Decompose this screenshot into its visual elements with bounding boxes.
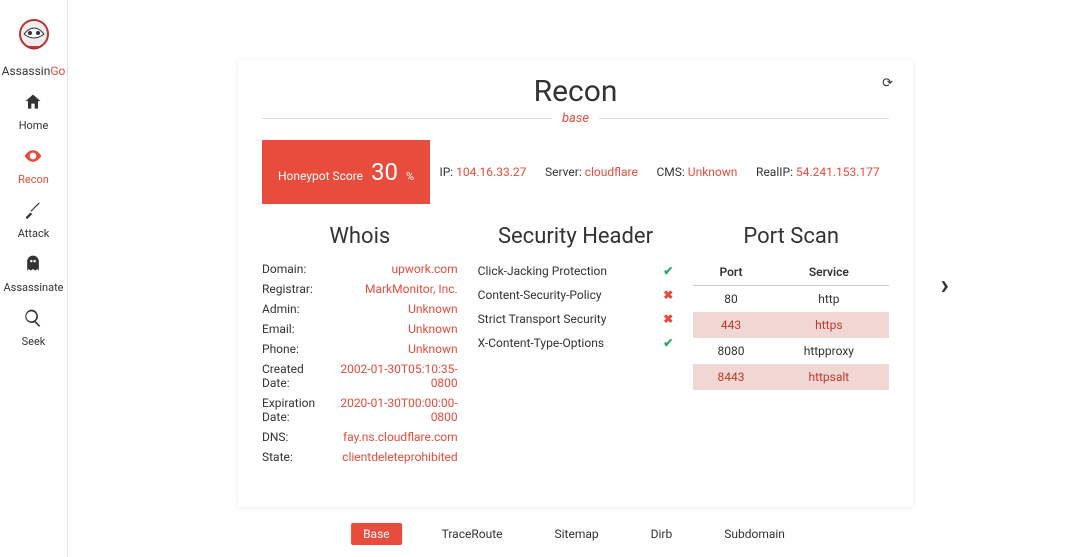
tab-dirb[interactable]: Dirb <box>639 523 685 545</box>
search-icon <box>23 308 43 333</box>
nav-attack[interactable]: Attack <box>3 200 63 240</box>
port-row: 8080httpproxy <box>693 338 889 364</box>
security-panel: Security Header Click-Jacking Protection… <box>478 224 674 467</box>
refresh-icon[interactable]: ⟳ <box>882 76 893 91</box>
eye-icon <box>22 146 44 171</box>
tab-base[interactable]: Base <box>351 523 402 545</box>
port-row: 80http <box>693 286 889 313</box>
page-title: Recon <box>262 74 889 109</box>
cross-icon: ✖ <box>663 312 673 326</box>
check-icon: ✔ <box>663 264 673 278</box>
whois-row: Email:Unknown <box>262 319 458 339</box>
whois-row: Domain:upwork.com <box>262 259 458 279</box>
tab-subdomain[interactable]: Subdomain <box>712 523 797 545</box>
info-ip: IP: 104.16.33.27 <box>439 165 526 179</box>
whois-row: Expiration Date:2020-01-30T00:00:00-0800 <box>262 393 458 427</box>
whois-row: Admin:Unknown <box>262 299 458 319</box>
info-cms: CMS: Unknown <box>656 165 737 179</box>
ghost-icon <box>23 254 43 279</box>
main-area: ⟳ Recon base Honeypot Score 30% IP: 104.… <box>68 0 1080 557</box>
info-row: Honeypot Score 30% IP: 104.16.33.27 Serv… <box>262 140 889 204</box>
security-row: X-Content-Type-Options✔ <box>478 331 674 355</box>
app-logo <box>10 12 58 60</box>
subtitle-row: base <box>262 111 889 126</box>
port-row: 443https <box>693 312 889 338</box>
whois-panel: Whois Domain:upwork.comRegistrar:MarkMon… <box>262 224 458 467</box>
whois-row: Phone:Unknown <box>262 339 458 359</box>
whois-row: Registrar:MarkMonitor, Inc. <box>262 279 458 299</box>
whois-row: DNS:fay.ns.cloudflare.com <box>262 427 458 447</box>
nav-seek[interactable]: Seek <box>3 308 63 348</box>
tab-sitemap[interactable]: Sitemap <box>543 523 611 545</box>
security-row: Content-Security-Policy✖ <box>478 283 674 307</box>
knife-icon <box>23 200 43 225</box>
security-row: Click-Jacking Protection✔ <box>478 259 674 283</box>
info-server: Server: cloudflare <box>545 165 638 179</box>
brand-text: AssassinGo <box>2 64 66 78</box>
sidebar: AssassinGo Home Recon Attack Assassinate See… <box>0 0 68 557</box>
cross-icon: ✖ <box>663 288 673 302</box>
whois-row: Created Date:2002-01-30T05:10:35-0800 <box>262 359 458 393</box>
whois-row: State:clientdeleteprohibited <box>262 447 458 467</box>
info-realip: RealIP: 54.241.153.177 <box>756 165 880 179</box>
bottom-tabs: Base TraceRoute Sitemap Dirb Subdomain <box>351 523 797 545</box>
security-row: Strict Transport Security✖ <box>478 307 674 331</box>
port-row: 8443httpsalt <box>693 364 889 390</box>
tab-traceroute[interactable]: TraceRoute <box>430 523 515 545</box>
nav-recon[interactable]: Recon <box>3 146 63 186</box>
check-icon: ✔ <box>663 336 673 350</box>
recon-card: ⟳ Recon base Honeypot Score 30% IP: 104.… <box>238 60 913 507</box>
portscan-panel: Port Scan PortService 80http443https8080… <box>693 224 889 467</box>
next-arrow-icon[interactable]: › <box>941 267 949 300</box>
home-icon <box>23 92 43 117</box>
nav-assassinate[interactable]: Assassinate <box>3 254 63 294</box>
honeypot-score: Honeypot Score 30% <box>262 140 430 204</box>
nav-home[interactable]: Home <box>3 92 63 132</box>
